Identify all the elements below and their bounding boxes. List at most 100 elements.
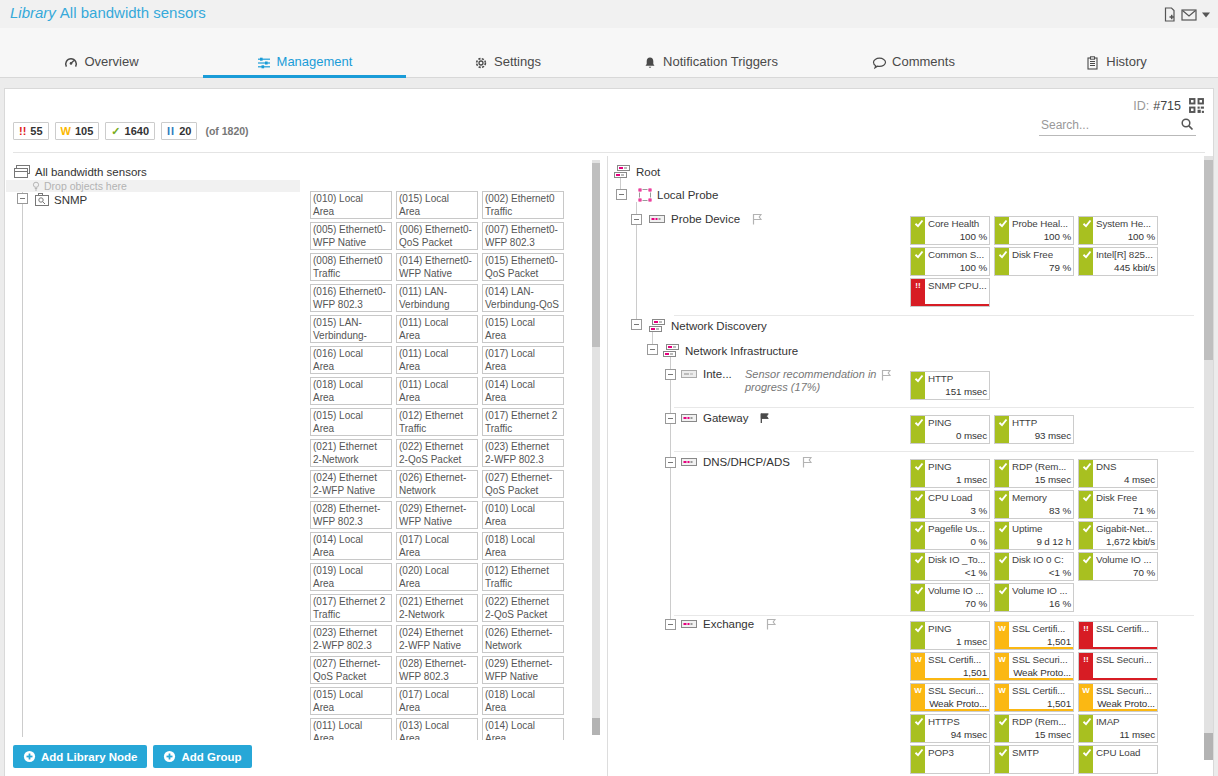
library-sensor-tile[interactable]: (011) Local Area [396,346,478,374]
sensor-tile[interactable]: HTTP151 msec [910,371,990,400]
library-sensor-tile[interactable]: (015) Local Area [310,687,392,715]
sensor-tile[interactable]: Disk Free71 % [1078,490,1158,519]
library-sensor-tile[interactable]: (014) LAN- Verbindung-QoS [482,284,564,312]
library-sensor-tile[interactable]: (002) Ethernet0 Traffic [482,191,564,219]
tab-notification-triggers[interactable]: Notification Triggers [609,28,812,78]
sensor-tile[interactable]: WSSL Securi...Weak Proto... [1078,683,1158,712]
search-icon[interactable] [1180,117,1194,131]
library-sensor-tile[interactable]: (015) Local Area [396,191,478,219]
tab-management[interactable]: Management [203,28,406,78]
library-sensor-tile[interactable]: (013) Local Area [396,718,478,740]
device-tree-node[interactable]: Probe Device [648,213,764,225]
library-sensor-tile[interactable]: (016) Ethernet0- WFP 802.3 [310,284,392,312]
left-scrollbar-thumb[interactable] [592,163,600,347]
qr-code-icon[interactable] [1188,97,1205,114]
library-sensor-tile[interactable]: (023) Ethernet 2-WFP 802.3 [310,625,392,653]
library-sensor-tile[interactable]: (006) Ethernet0- QoS Packet [396,222,478,250]
sensor-tile[interactable]: WSSL Securi...Weak Proto... [994,652,1074,681]
expander-inte-[interactable] [665,369,676,380]
expander-local-probe[interactable] [616,189,627,200]
library-sensor-tile[interactable]: (018) Local Area [310,377,392,405]
flag-outline-icon[interactable] [801,456,814,468]
library-sensor-tile[interactable]: (011) Local Area [396,377,478,405]
sensor-tile[interactable]: Volume IO ...16 % [994,583,1074,612]
expander-network-infrastructure[interactable] [647,344,658,355]
sensor-tile[interactable]: Disk IO _To...<1 % [910,552,990,581]
library-sensor-tile[interactable]: (010) Local Area [482,501,564,529]
sensor-tile[interactable]: Disk Free79 % [994,247,1074,276]
library-sensor-tile[interactable]: (022) Ethernet 2-QoS Packet [482,594,564,622]
library-sensor-tile[interactable]: (017) Local Area [396,687,478,715]
library-sensor-tile[interactable]: (018) Local Area [482,687,564,715]
library-sensor-tile[interactable]: (014) Ethernet0- WFP Native [396,253,478,281]
library-sensor-tile[interactable]: (012) Ethernet Traffic [396,408,478,436]
sensor-tile[interactable]: RDP (Rem...15 msec [994,459,1074,488]
library-sensor-tile[interactable]: (014) Local Area [482,718,564,740]
device-tree-node[interactable]: Network Infrastructure [662,343,798,358]
tab-settings[interactable]: Settings [406,28,609,78]
sensor-tile[interactable]: Memory83 % [994,490,1074,519]
sensor-tile[interactable]: DNS4 msec [1078,459,1158,488]
sensor-tile[interactable]: PING1 msec [910,459,990,488]
device-tree-node[interactable]: Root [613,164,660,179]
tab-overview[interactable]: Overview [0,28,203,78]
sensor-tile[interactable]: Volume IO ...70 % [1078,552,1158,581]
sensor-tile[interactable]: WSSL Certifi...1,501 [994,683,1074,712]
sensor-tile[interactable]: Core Health100 % [910,216,990,245]
library-sensor-tile[interactable]: (024) Ethernet 2-WFP Native [310,470,392,498]
library-sensor-tile[interactable]: (027) Ethernet- QoS Packet [482,470,564,498]
library-sensor-tile[interactable]: (012) Ethernet Traffic [482,563,564,591]
add-library-node-button[interactable]: Add Library Node [13,745,147,768]
library-sensor-tile[interactable]: (024) Ethernet 2-WFP Native [396,625,478,653]
tab-history[interactable]: History [1015,28,1218,78]
library-sensor-tile[interactable]: (021) Ethernet 2-Network [396,594,478,622]
library-sensor-tile[interactable]: (008) Ethernet0 Traffic [310,253,392,281]
library-sensor-tile[interactable]: (017) Ethernet 2 Traffic [310,594,392,622]
flag-outline-icon[interactable] [880,369,893,381]
count-badge-warning[interactable]: W105 [55,122,100,140]
library-sensor-tile[interactable]: (015) Local Area [482,315,564,343]
right-scrollbar-thumb[interactable] [1204,160,1213,360]
library-root-node[interactable]: All bandwidth sensors [13,164,147,179]
sensor-tile[interactable]: Disk IO 0 C:<1 % [994,552,1074,581]
library-sensor-tile[interactable]: (016) Local Area [310,346,392,374]
library-sensor-tile[interactable]: (011) Local Area [396,315,478,343]
sensor-tile[interactable]: !!SNMP CPU... [910,278,990,307]
sensor-tile[interactable]: Uptime9 d 12 h [994,521,1074,550]
library-sensor-tile[interactable]: (017) Local Area [396,532,478,560]
sensor-tile[interactable]: Volume IO ...70 % [910,583,990,612]
sensor-tile[interactable]: CPU Load3 % [910,490,990,519]
expander-gateway[interactable] [665,413,676,424]
sensor-tile[interactable]: WSSL Certifi...1,501 [994,621,1074,650]
sensor-tile[interactable]: CPU Load [1078,745,1158,774]
library-sensor-tile[interactable]: (018) Local Area [482,532,564,560]
flag-outline-icon[interactable] [751,213,764,225]
library-node-snmp[interactable]: SNMP [34,192,87,207]
add-group-button[interactable]: Add Group [153,745,251,768]
count-badge-error[interactable]: !!55 [13,122,49,140]
library-sensor-tile[interactable]: (026) Ethernet- Network [482,625,564,653]
page-plus-icon[interactable] [1163,7,1176,22]
expander-snmp[interactable] [17,193,28,204]
left-scrollbar[interactable] [592,160,600,735]
sensor-tile[interactable]: PING0 msec [910,415,990,444]
library-sensor-tile[interactable]: (010) Local Area [310,191,392,219]
device-tree-node[interactable]: DNS/DHCP/ADS [680,456,814,468]
expander-exchange[interactable] [665,619,676,630]
flag-filled-icon[interactable] [759,412,772,424]
library-sensor-tile[interactable]: (023) Ethernet 2-WFP 802.3 [482,439,564,467]
library-sensor-tile[interactable]: (014) Local Area [310,532,392,560]
sensor-tile[interactable]: POP3 [910,745,990,774]
device-tree-node[interactable]: Gateway [680,412,772,424]
expander-network-discovery[interactable] [631,319,642,330]
count-badge-paused[interactable]: II20 [161,122,197,140]
sensor-tile[interactable]: HTTPS94 msec [910,714,990,743]
library-sensor-tile[interactable]: (017) Local Area [482,346,564,374]
sensor-tile[interactable]: Common S...100 % [910,247,990,276]
library-sensor-tile[interactable]: (022) Ethernet 2-QoS Packet [396,439,478,467]
device-tree-node[interactable]: Inte... [680,368,732,380]
library-sensor-tile[interactable]: (027) Ethernet- QoS Packet [310,656,392,684]
sensor-tile[interactable]: Intel[R] 825...445 kbit/s [1078,247,1158,276]
expander-probe-device[interactable] [631,214,642,225]
envelope-icon[interactable] [1181,9,1197,21]
